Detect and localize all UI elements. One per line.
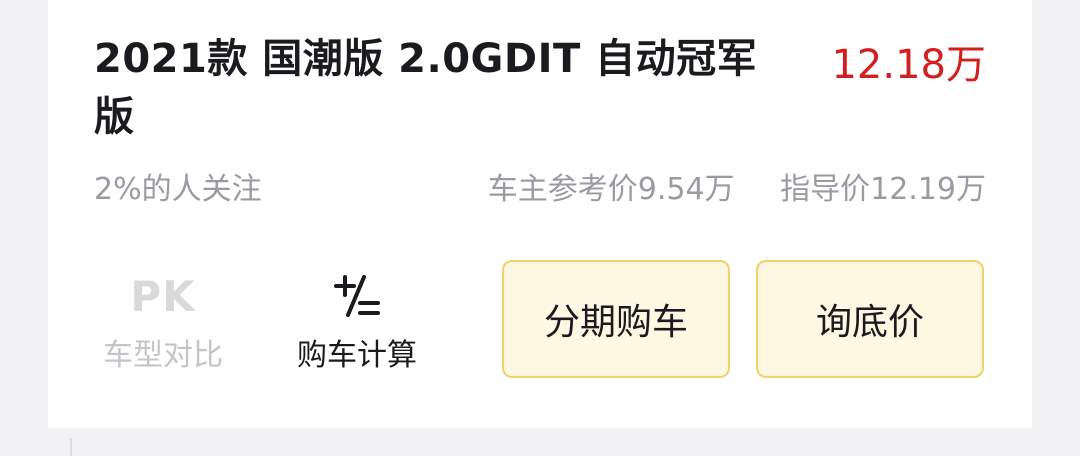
calculator-icon-svg bbox=[334, 275, 380, 317]
calculator-icon bbox=[282, 268, 432, 324]
attention-rate: 2%的人关注 bbox=[94, 172, 262, 207]
owner-reference-price: 车主参考价9.54万 bbox=[487, 172, 735, 207]
next-card-edge bbox=[70, 438, 72, 456]
pk-icon: PK bbox=[88, 268, 238, 324]
installment-purchase-button[interactable]: 分期购车 bbox=[502, 260, 730, 378]
pk-icon-text: PK bbox=[130, 271, 196, 321]
purchase-calculator-label: 购车计算 bbox=[297, 338, 417, 373]
compare-models-label: 车型对比 bbox=[103, 338, 223, 373]
car-trim-card: 2021款 国潮版 2.0GDIT 自动冠军版 12.18万 2%的人关注 车主… bbox=[48, 0, 1032, 428]
inquire-lowest-price-button[interactable]: 询底价 bbox=[756, 260, 984, 378]
price-info: 车主参考价9.54万 指导价12.19万 bbox=[488, 168, 986, 212]
purchase-calculator-tool[interactable]: 购车计算 bbox=[282, 268, 432, 378]
trim-price: 12.18万 bbox=[831, 42, 986, 88]
guide-price: 指导价12.19万 bbox=[780, 172, 986, 207]
trim-title: 2021款 国潮版 2.0GDIT 自动冠军版 bbox=[94, 36, 758, 140]
compare-models-tool[interactable]: PK 车型对比 bbox=[88, 268, 238, 378]
